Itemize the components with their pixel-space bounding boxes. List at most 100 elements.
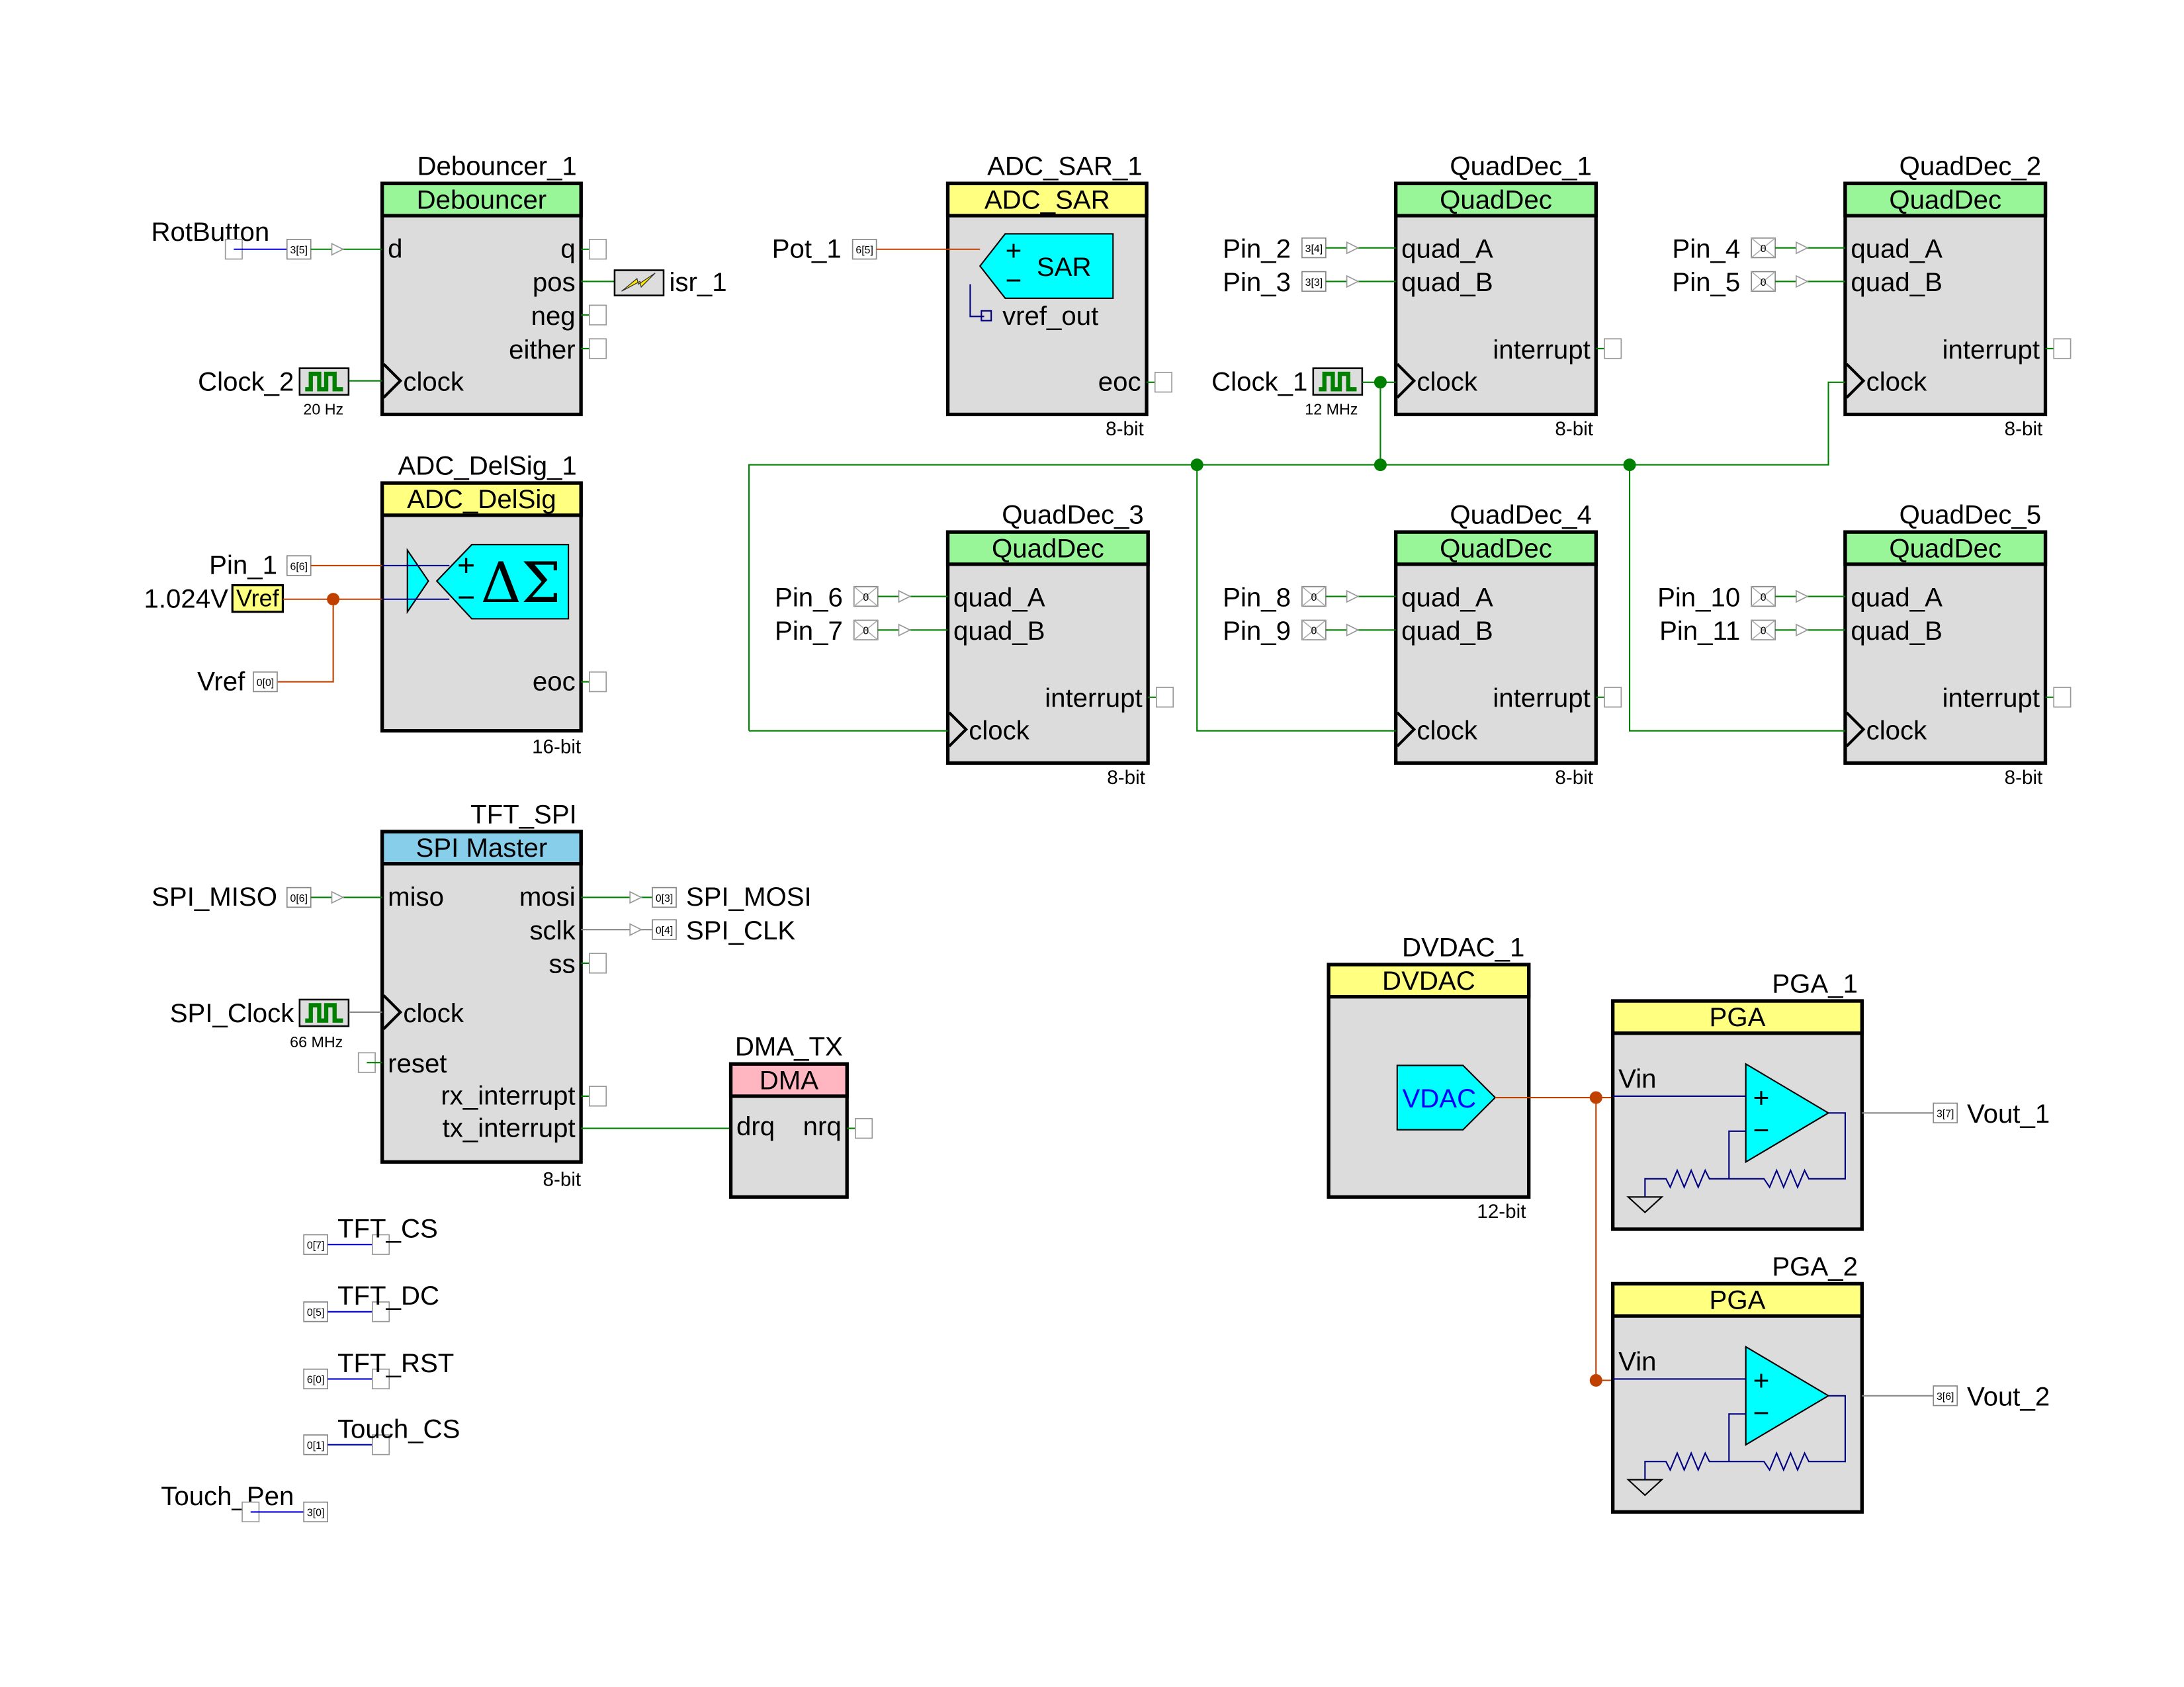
pin-pin_10[interactable]: 0 xyxy=(1751,585,1776,607)
pin-vout_2[interactable]: 3[6] xyxy=(1933,1385,1958,1406)
direction-arrow-icon xyxy=(331,890,345,904)
pga_2-component[interactable]: PGA_2PGA Vin +− xyxy=(1611,1252,1864,1514)
adc_delsig-component[interactable]: ADC_DelSig_1 ADC_DelSig +− ΔΣ eoc 16-bit xyxy=(380,451,583,758)
unconnected-terminal[interactable] xyxy=(589,338,607,359)
unconnected-terminal[interactable] xyxy=(1604,687,1622,708)
direction-arrow-icon xyxy=(1796,275,1809,288)
port-reset: reset xyxy=(388,1049,447,1078)
pin-spi_clk[interactable]: 0[4] xyxy=(652,919,677,940)
resolution-label: 12-bit xyxy=(1477,1201,1526,1223)
pin-touch_cs[interactable]: 0[1] xyxy=(303,1434,328,1455)
minus-sign: − xyxy=(1006,265,1022,296)
quaddec_5-component[interactable]: QuadDec_5 QuadDec quad_A quad_B interrupt clo… xyxy=(1843,499,2048,789)
quaddec_4-component[interactable]: QuadDec_4 QuadDec quad_A quad_B interrupt clo… xyxy=(1394,499,1598,789)
minus-sign: − xyxy=(457,580,475,614)
unconnected-terminal[interactable] xyxy=(1604,338,1622,359)
pin-port-label: 0 xyxy=(863,592,869,603)
wire xyxy=(1595,1098,1613,1381)
clock-spi_clock[interactable] xyxy=(298,998,350,1027)
port-quad-a: quad_A xyxy=(1401,234,1493,263)
isr-component[interactable]: isr_1 xyxy=(613,267,727,297)
unconnected-terminal[interactable] xyxy=(589,304,607,325)
resolution-label: 8-bit xyxy=(543,1168,582,1190)
pin-pin_11[interactable]: 0 xyxy=(1751,619,1776,640)
component-type: SPI Master xyxy=(416,833,548,863)
junction-dot xyxy=(1190,458,1203,472)
unconnected-terminal[interactable] xyxy=(589,953,607,974)
pin-vout_1[interactable]: 3[7] xyxy=(1933,1102,1958,1123)
pin-spi_miso[interactable]: 0[6] xyxy=(286,887,312,908)
pin-spi_mosi[interactable]: 0[3] xyxy=(652,887,677,908)
pin-pin_9[interactable]: 0 xyxy=(1301,619,1327,640)
pin-name-rotbutton: RotButton xyxy=(152,217,270,247)
unconnected-terminal[interactable] xyxy=(855,1117,873,1139)
pin-pin_5[interactable]: 0 xyxy=(1751,271,1776,292)
port-sclk: sclk xyxy=(529,916,576,945)
unconnected-terminal[interactable] xyxy=(2053,338,2072,359)
direction-arrow-icon xyxy=(1796,589,1809,603)
unconnected-terminal[interactable] xyxy=(589,1086,607,1107)
port-rx-interrupt: rx_interrupt xyxy=(441,1081,575,1111)
pin-name-pin_6: Pin_6 xyxy=(775,582,843,612)
pin-rotbutton[interactable]: 3[5] xyxy=(286,239,312,260)
debouncer-component[interactable]: Debouncer_1 Debouncer d clock q pos neg either xyxy=(380,151,583,417)
component-type: QuadDec xyxy=(1440,533,1552,563)
unconnected-terminal[interactable] xyxy=(2053,687,2072,708)
direction-arrow-icon xyxy=(1796,623,1809,637)
port-interrupt: interrupt xyxy=(1045,683,1142,713)
clock-frequency: 20 Hz xyxy=(303,400,343,417)
vref-component[interactable]: Vref xyxy=(231,584,284,613)
pin-pin_3[interactable]: 3[3] xyxy=(1301,271,1327,292)
resolution-label: 16-bit xyxy=(532,736,582,758)
pin-name-touch-cs: Touch_CS xyxy=(337,1414,460,1444)
pin-pot_1[interactable]: 6[5] xyxy=(852,239,877,260)
adc_sar-component[interactable]: ADC_SAR_1 ADC_SAR +− SAR vref_outeoc 8-bit xyxy=(945,151,1149,441)
instance-name: ADC_SAR_1 xyxy=(987,151,1143,181)
tft_spi-component[interactable]: TFT_SPI SPI Master miso clock reset mosi sclk s… xyxy=(380,799,583,1190)
dvdac-component[interactable]: DVDAC_1 DVDAC VDAC 12-bit xyxy=(1327,932,1531,1223)
pin-name-tft-cs: TFT_CS xyxy=(337,1214,438,1244)
port-interrupt: interrupt xyxy=(1493,683,1590,713)
port-quad-a: quad_A xyxy=(1851,582,1943,612)
component-type: PGA xyxy=(1710,1002,1766,1032)
quaddec_1-component[interactable]: QuadDec_1 QuadDec quad_A quad_B interrupt clo… xyxy=(1394,151,1598,441)
clock-clock_1[interactable] xyxy=(1312,367,1364,396)
pin-pin_7[interactable]: 0 xyxy=(853,619,879,640)
dma_tx-component[interactable]: DMA_TXDMA drq nrq xyxy=(728,1032,849,1199)
direction-arrow-icon xyxy=(1346,275,1360,288)
port-interrupt: interrupt xyxy=(1493,335,1590,365)
unconnected-terminal[interactable] xyxy=(1155,687,1174,708)
quaddec_3-component[interactable]: QuadDec_3 QuadDec quad_A quad_B interrupt clo… xyxy=(945,499,1150,789)
pin-pin_4[interactable]: 0 xyxy=(1751,237,1776,259)
pin-tft_cs[interactable]: 0[7] xyxy=(303,1234,328,1255)
pga_1-component[interactable]: PGA_1PGA Vin +− xyxy=(1611,969,1864,1231)
resolution-label: 8-bit xyxy=(1106,418,1144,440)
pin-pin_1[interactable]: 6[6] xyxy=(286,555,312,576)
pin-name-pin_5: Pin_5 xyxy=(1672,267,1740,297)
pin-touch_pen[interactable]: 3[0] xyxy=(303,1501,328,1523)
instance-name: QuadDec_1 xyxy=(1450,151,1591,181)
pin-pin_8[interactable]: 0 xyxy=(1301,585,1327,607)
junction-dot xyxy=(1623,458,1636,472)
pin-port-label: 0 xyxy=(1311,592,1317,603)
direction-arrow-icon xyxy=(1346,241,1360,255)
pin-pin_6[interactable]: 0 xyxy=(853,585,879,607)
pin-tft_rst[interactable]: 6[0] xyxy=(303,1368,328,1390)
pin-tft_dc[interactable]: 0[5] xyxy=(303,1301,328,1322)
port-clock: clock xyxy=(403,998,464,1028)
pin-pin_2[interactable]: 3[4] xyxy=(1301,237,1327,259)
schematic-canvas: Debouncer_1 Debouncer d clock q pos neg either R… xyxy=(144,151,2072,1523)
port-quad-b: quad_B xyxy=(1851,616,1943,646)
unconnected-terminal[interactable] xyxy=(589,239,607,260)
clock-clock_2[interactable] xyxy=(298,367,350,396)
pin-port-label: 0[0] xyxy=(257,677,274,689)
junction-dot xyxy=(1589,1373,1602,1387)
quaddec_2-component[interactable]: QuadDec_2 QuadDec quad_A quad_B interrupt clo… xyxy=(1843,151,2048,441)
wire xyxy=(277,599,334,683)
pin-name-spi-mosi: SPI_MOSI xyxy=(686,882,812,912)
unconnected-terminal[interactable] xyxy=(589,671,607,693)
pin-vref_pin[interactable]: 0[0] xyxy=(253,671,278,693)
direction-arrow-icon xyxy=(629,923,643,936)
pin-port-label: 3[7] xyxy=(1937,1109,1954,1120)
unconnected-terminal[interactable] xyxy=(1154,372,1172,393)
